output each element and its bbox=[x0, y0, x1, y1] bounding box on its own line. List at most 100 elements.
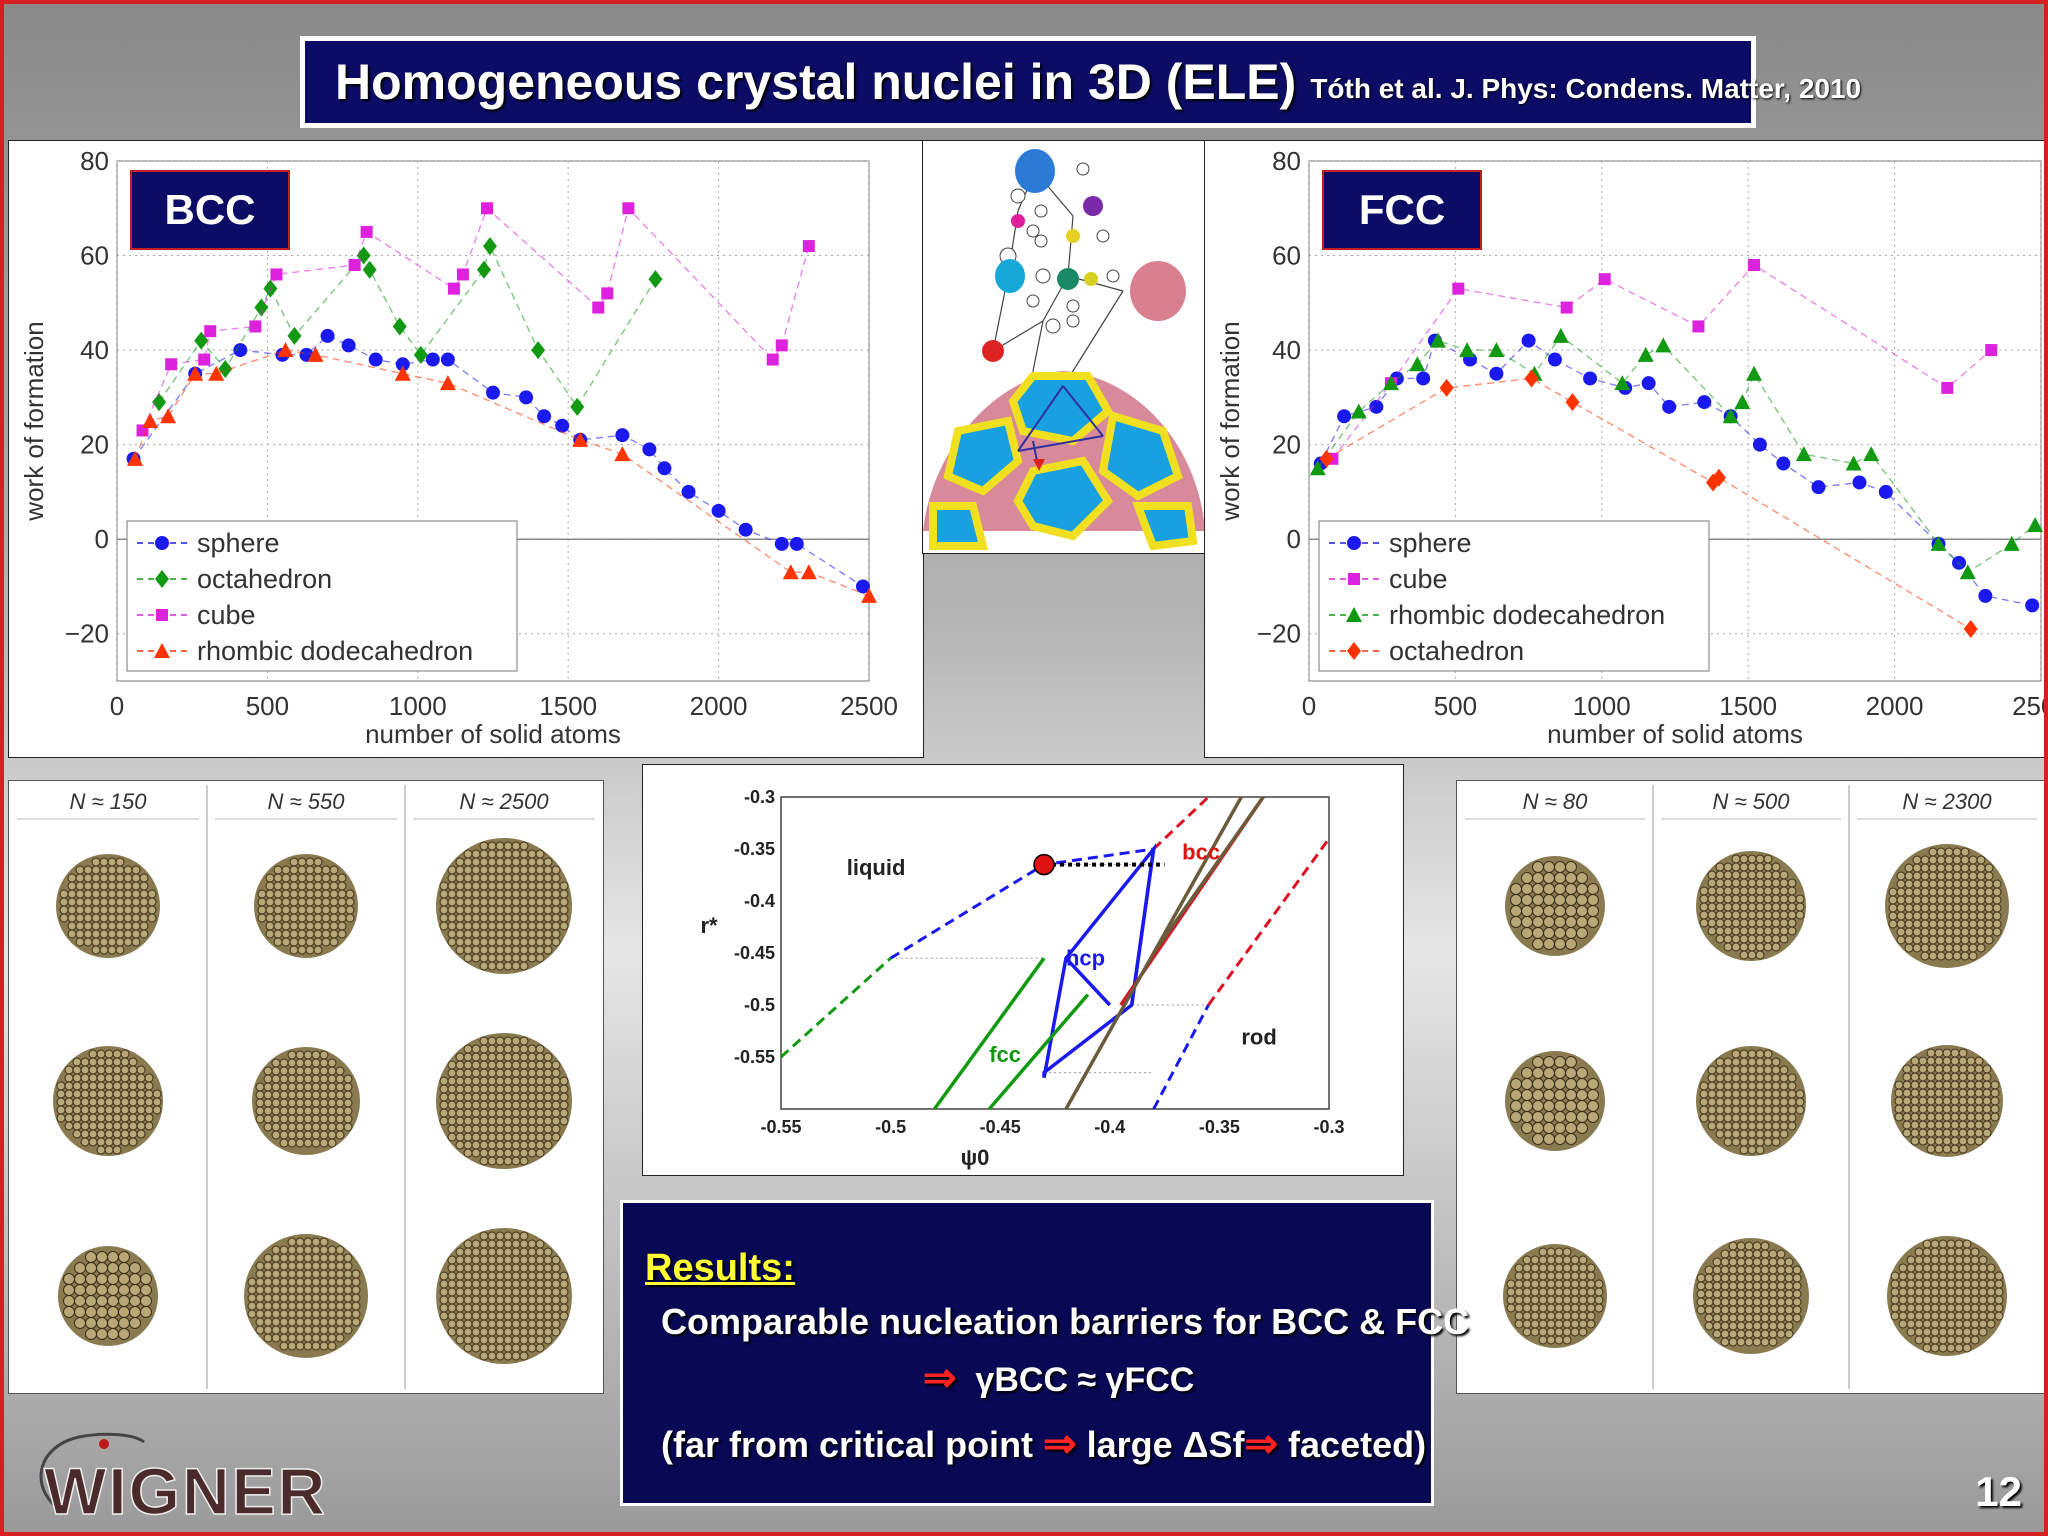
atom bbox=[1736, 1241, 1746, 1251]
atom bbox=[327, 1285, 337, 1295]
atom bbox=[295, 1269, 305, 1279]
atom bbox=[297, 929, 307, 939]
atom bbox=[1974, 1120, 1984, 1130]
atom bbox=[1739, 886, 1749, 896]
atom bbox=[519, 865, 529, 875]
atom bbox=[495, 1044, 505, 1054]
legend-label: rhombic dodecahedron bbox=[197, 636, 473, 666]
atom bbox=[59, 905, 69, 915]
atom bbox=[1930, 1271, 1940, 1281]
atom bbox=[273, 865, 283, 875]
atom bbox=[479, 841, 489, 851]
atom bbox=[447, 1060, 457, 1070]
atom bbox=[1890, 1287, 1900, 1297]
atom bbox=[527, 1124, 537, 1134]
atom bbox=[519, 1351, 529, 1361]
atom bbox=[115, 873, 125, 883]
atom bbox=[455, 1060, 465, 1070]
atom bbox=[527, 881, 537, 891]
atom bbox=[535, 1116, 545, 1126]
atom bbox=[1922, 1319, 1932, 1329]
atom bbox=[115, 929, 125, 939]
atom bbox=[303, 1325, 313, 1335]
atom bbox=[519, 1116, 529, 1126]
atom bbox=[1736, 1273, 1746, 1283]
atom bbox=[1771, 1097, 1781, 1107]
atom bbox=[439, 905, 449, 915]
atom bbox=[1731, 1065, 1741, 1075]
atom bbox=[495, 1156, 505, 1166]
data-point-cube bbox=[1560, 301, 1573, 314]
atom bbox=[140, 1306, 152, 1318]
atom bbox=[335, 1130, 345, 1140]
atom bbox=[471, 1148, 481, 1158]
atom bbox=[1760, 1329, 1770, 1339]
atom bbox=[319, 1050, 329, 1060]
bcc-chart: 0 500 1000 1500 2000 2500−20020406080number o… bbox=[19, 146, 898, 749]
atom bbox=[1723, 934, 1733, 944]
atom bbox=[503, 1084, 513, 1094]
atom bbox=[303, 1066, 313, 1076]
atom bbox=[287, 1341, 297, 1351]
legend-label: cube bbox=[197, 600, 256, 630]
atom bbox=[1720, 1257, 1730, 1267]
atom bbox=[559, 1303, 569, 1313]
atom bbox=[303, 1245, 313, 1255]
atom bbox=[1792, 1305, 1802, 1315]
atom bbox=[1530, 1279, 1540, 1289]
atom bbox=[295, 1066, 305, 1076]
atom bbox=[1755, 1137, 1765, 1147]
atom bbox=[75, 921, 85, 931]
atom bbox=[131, 881, 141, 891]
atom bbox=[1787, 878, 1797, 888]
atom bbox=[463, 1319, 473, 1329]
atom bbox=[1950, 1120, 1960, 1130]
atom bbox=[1747, 1129, 1757, 1139]
atom bbox=[495, 1052, 505, 1062]
atom bbox=[85, 1306, 97, 1318]
atom bbox=[319, 1122, 329, 1132]
atom bbox=[1944, 943, 1954, 953]
atom bbox=[479, 1116, 489, 1126]
atom bbox=[487, 865, 497, 875]
atom bbox=[487, 857, 497, 867]
atom bbox=[343, 1253, 353, 1263]
atom bbox=[1707, 1081, 1717, 1091]
atom bbox=[1715, 902, 1725, 912]
atom bbox=[471, 945, 481, 955]
atom bbox=[463, 1100, 473, 1110]
atom bbox=[1952, 911, 1962, 921]
atom bbox=[335, 1114, 345, 1124]
atom bbox=[1906, 1279, 1916, 1289]
atom bbox=[503, 945, 513, 955]
data-point-sphere bbox=[657, 461, 672, 476]
atom bbox=[63, 1306, 75, 1318]
atom bbox=[471, 1140, 481, 1150]
atom bbox=[487, 1231, 497, 1241]
atom bbox=[319, 1309, 329, 1319]
atom bbox=[1739, 1113, 1749, 1123]
atom bbox=[88, 1129, 98, 1139]
atom bbox=[1514, 1263, 1524, 1273]
atom bbox=[1586, 1271, 1596, 1281]
atom bbox=[455, 937, 465, 947]
atom bbox=[1752, 1337, 1762, 1347]
atom bbox=[295, 1058, 305, 1068]
atom bbox=[1920, 943, 1930, 953]
atom bbox=[131, 937, 141, 947]
atom bbox=[519, 1239, 529, 1249]
atom bbox=[319, 1106, 329, 1116]
results-box: Results: Comparable nucleation barriers … bbox=[620, 1200, 1469, 1506]
atom bbox=[495, 921, 505, 931]
atom bbox=[1944, 879, 1954, 889]
atom bbox=[1744, 1321, 1754, 1331]
atom bbox=[551, 1116, 561, 1126]
atom bbox=[1902, 1096, 1912, 1106]
atom bbox=[1565, 1133, 1577, 1145]
atom bbox=[96, 1295, 108, 1307]
slide-title: Homogeneous crystal nuclei in 3D (ELE) bbox=[335, 54, 1297, 110]
bcc-shapes-sheet: N ≈ 150 N ≈ 550 N ≈ 2500 bbox=[8, 780, 604, 1394]
atom bbox=[311, 1261, 321, 1271]
atom bbox=[263, 1114, 273, 1124]
atom bbox=[1707, 1073, 1717, 1083]
